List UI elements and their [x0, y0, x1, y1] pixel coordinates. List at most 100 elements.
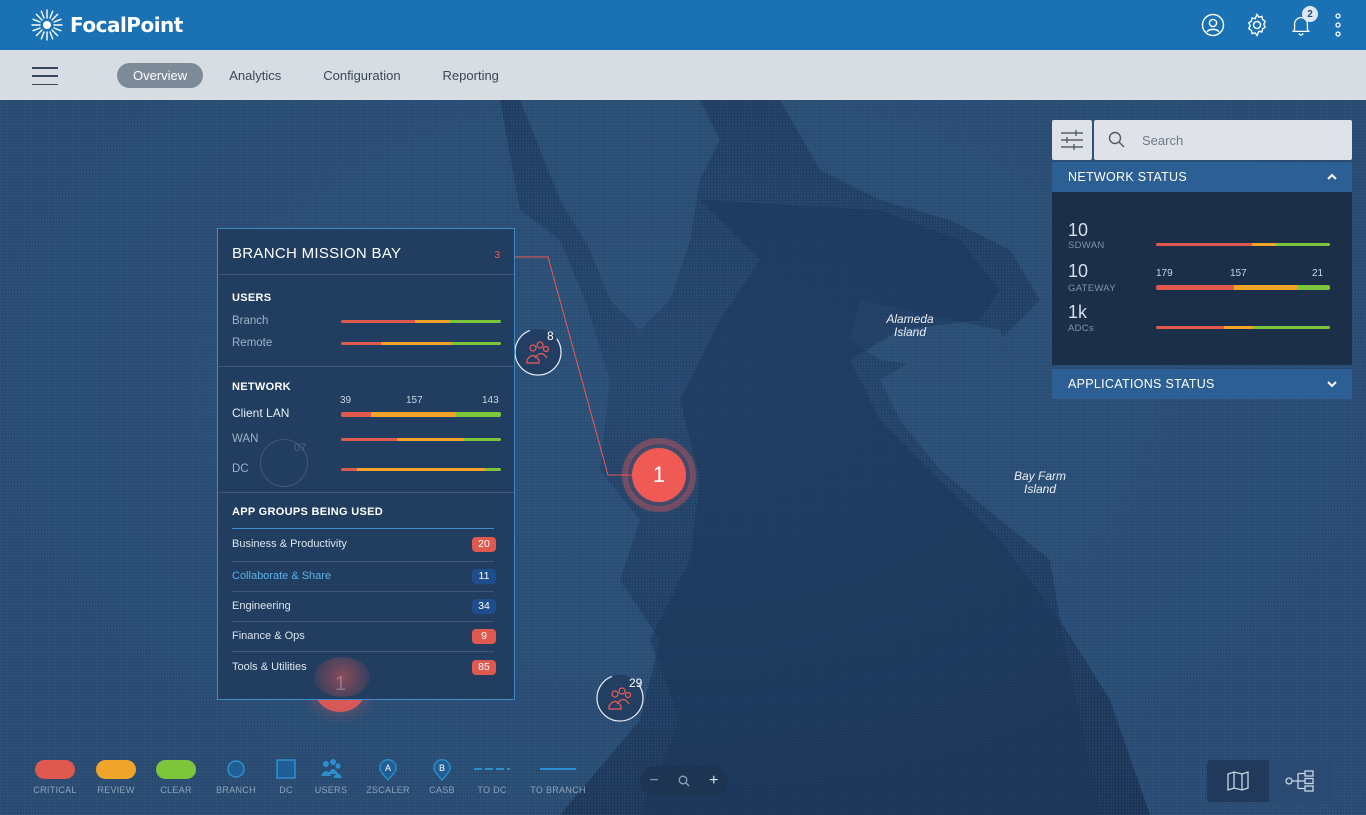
app-group-count: 34 — [472, 599, 496, 614]
divider — [218, 274, 514, 275]
bar-segment — [1156, 326, 1224, 329]
notifications-button[interactable]: 2 — [1288, 6, 1318, 38]
search-input[interactable] — [1142, 130, 1332, 150]
tab-reporting[interactable]: Reporting — [427, 63, 515, 88]
search-box — [1094, 120, 1352, 160]
divider — [232, 528, 494, 529]
map-label-alameda: Alameda Island — [886, 312, 934, 339]
tab-configuration[interactable]: Configuration — [307, 63, 416, 88]
bar-segment — [464, 438, 501, 441]
legend-to-dc: TO DC — [462, 758, 522, 795]
app-group-row[interactable]: Finance & Ops 9 — [232, 627, 496, 647]
gateway-review-value: 157 — [1230, 268, 1247, 279]
branch-circle-icon — [227, 760, 245, 778]
users-count-top: 8 — [547, 329, 554, 343]
legend-zscaler: A ZSCALER — [358, 758, 418, 795]
network-client-lan-bar[interactable] — [341, 412, 501, 417]
users-section-title: USERS — [232, 292, 272, 304]
client-lan-review-value: 157 — [406, 395, 423, 406]
filter-button[interactable] — [1052, 120, 1092, 160]
users-remote-label: Remote — [232, 337, 273, 349]
zscaler-letter: A — [385, 763, 391, 773]
topology-view-button[interactable] — [1269, 760, 1331, 802]
applications-status-header[interactable]: APPLICATIONS STATUS — [1052, 369, 1352, 399]
chevron-up-icon — [1327, 173, 1337, 180]
users-icon — [321, 759, 342, 778]
casb-letter: B — [439, 763, 445, 773]
sliders-icon — [1061, 130, 1083, 150]
zoom-out-button[interactable]: − — [650, 772, 659, 790]
top-bar: FocalPoint 2 — [0, 0, 1366, 50]
hamburger-menu-icon[interactable] — [32, 67, 58, 85]
users-branch-bar[interactable] — [341, 320, 501, 323]
divider — [218, 492, 514, 493]
bar-segment — [456, 412, 501, 417]
bar-segment — [397, 438, 465, 441]
app-group-row[interactable]: Business & Productivity 20 — [232, 535, 496, 555]
legend-label: CRITICAL — [33, 785, 77, 795]
map-icon — [1227, 771, 1249, 791]
app-group-count: 9 — [472, 629, 496, 644]
network-status-header[interactable]: NETWORK STATUS — [1052, 162, 1352, 192]
app-group-label: Business & Productivity — [232, 538, 347, 550]
legend-to-branch: TO BRANCH — [528, 758, 588, 795]
bar-segment — [1276, 243, 1330, 246]
notification-count-badge: 2 — [1302, 6, 1318, 22]
branch-detail-panel: BRANCH MISSION BAY 3 USERS Branch Remote… — [217, 228, 515, 700]
bar-segment — [485, 468, 501, 471]
more-vertical-icon — [1335, 13, 1341, 37]
alert-count-main: 1 — [652, 462, 666, 487]
bar-segment — [341, 342, 381, 345]
network-wan-bar[interactable] — [341, 438, 501, 441]
solid-line-icon — [540, 768, 576, 770]
legend-label: TO BRANCH — [530, 785, 586, 795]
casb-pin-icon: B — [433, 759, 451, 781]
bar-segment — [1223, 326, 1254, 329]
network-status-body: 10 SDWAN 10 GATEWAY 179 157 21 1k ADCs — [1052, 192, 1352, 365]
settings-button[interactable] — [1244, 12, 1270, 38]
bar-segment — [451, 342, 501, 345]
app-group-label: Tools & Utilities — [232, 661, 307, 673]
map-view-button[interactable] — [1207, 760, 1269, 802]
gateway-value: 10 — [1068, 261, 1089, 281]
app-logo[interactable]: FocalPoint — [30, 8, 183, 42]
gear-icon — [1247, 13, 1267, 37]
client-lan-critical-value: 39 — [340, 395, 352, 406]
tab-overview[interactable]: Overview — [117, 63, 204, 88]
users-remote-bar[interactable] — [341, 342, 501, 345]
search-icon — [1108, 131, 1125, 148]
adcs-bar[interactable] — [1156, 326, 1330, 329]
app-group-row[interactable]: Collaborate & Share 11 — [232, 567, 496, 587]
map-label-bay-farm: Bay Farm Island — [1013, 469, 1066, 496]
bar-segment — [381, 342, 452, 345]
gateway-bar[interactable] — [1156, 285, 1330, 290]
applications-status-title: APPLICATIONS STATUS — [1068, 377, 1215, 391]
more-menu-button[interactable] — [1332, 12, 1344, 38]
tab-analytics[interactable]: Analytics — [213, 63, 297, 88]
user-profile-button[interactable] — [1200, 12, 1226, 38]
focalpoint-logo-icon — [31, 9, 63, 41]
users-marker-top[interactable] — [514, 328, 562, 376]
app-group-row[interactable]: Engineering 34 — [232, 597, 496, 617]
sdwan-bar[interactable] — [1156, 243, 1330, 246]
network-section-title: NETWORK — [232, 381, 291, 393]
bar-segment — [341, 412, 372, 417]
legend-clear: CLEAR — [146, 758, 206, 795]
faint-alert-count: 1 — [335, 673, 347, 695]
bar-segment — [449, 320, 501, 323]
network-dc-label: DC — [232, 463, 249, 475]
network-dc-bar[interactable] — [341, 468, 501, 471]
client-lan-clear-value: 143 — [482, 395, 499, 406]
branch-alert-count: 3 — [494, 250, 500, 261]
clear-swatch — [156, 759, 196, 779]
zscaler-pin-icon: A — [379, 759, 397, 781]
gateway-label: GATEWAY — [1068, 283, 1116, 294]
sdwan-value: 10 — [1068, 220, 1089, 240]
bar-segment — [1156, 243, 1252, 246]
app-group-label[interactable]: Collaborate & Share — [232, 570, 331, 582]
zoom-search-icon[interactable] — [678, 775, 690, 787]
users-branch-label: Branch — [232, 315, 269, 327]
bar-segment — [357, 468, 485, 471]
zoom-in-button[interactable]: + — [709, 772, 718, 790]
branch-title: BRANCH MISSION BAY — [232, 245, 402, 262]
